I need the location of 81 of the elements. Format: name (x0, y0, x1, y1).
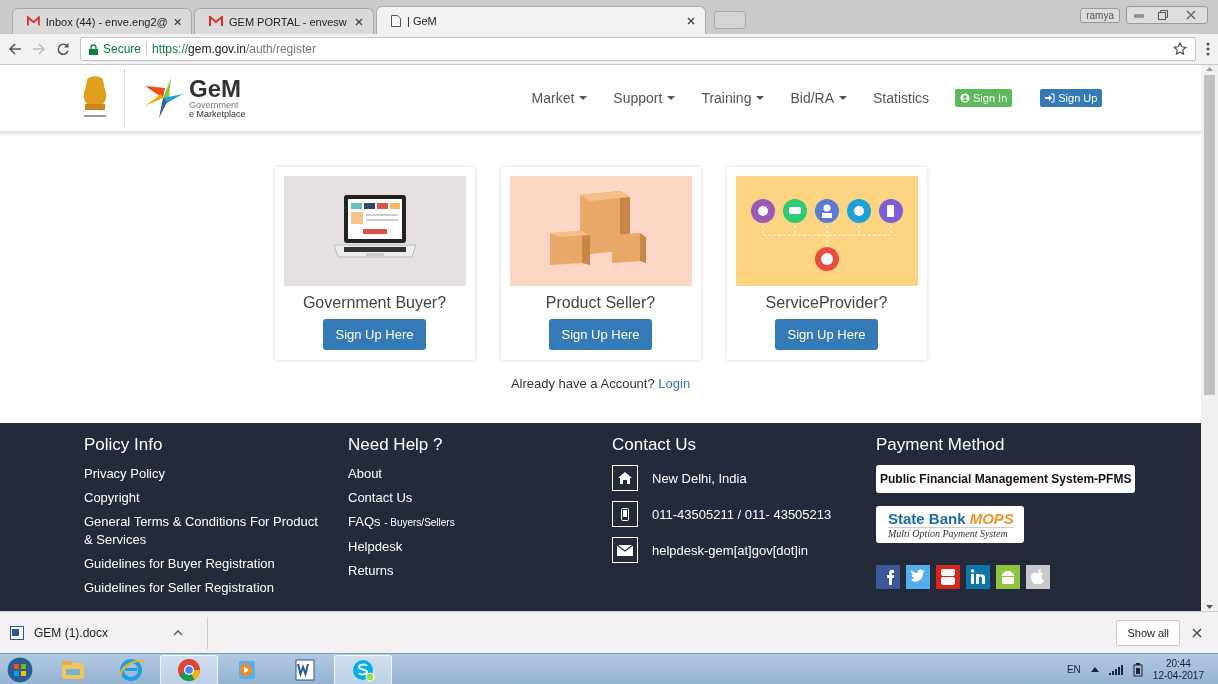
footer-heading: Policy Info (84, 435, 164, 455)
caret-icon (667, 96, 676, 100)
taskbar-button[interactable] (160, 654, 218, 684)
home-icon (612, 465, 638, 491)
contact-text: 011-43505211 / 011- 43505213 (652, 506, 832, 522)
logo-title: GeM (189, 77, 242, 101)
login-prompt: Already have a Account? Login (510, 376, 691, 391)
contact-text: New Delhi, India (652, 470, 747, 486)
sign-up-here-button[interactable]: Sign Up Here (775, 319, 878, 350)
footer-link[interactable]: FAQs - Buyers/Sellers (348, 513, 588, 532)
footer-link[interactable]: Guidelines for Seller Registration (84, 579, 324, 597)
caret-icon (756, 96, 765, 100)
nav-menu-item[interactable]: Market (531, 90, 588, 106)
card-title: ServiceProvider? (765, 294, 888, 312)
contact-text: helpdesk-gem[at]gov[dot]in (652, 542, 809, 558)
lock-icon (89, 43, 98, 55)
sign-in-arrow-icon (1045, 93, 1056, 103)
linkedin-icon[interactable] (966, 565, 990, 589)
nav-menu-item[interactable]: Bid/RA (790, 90, 847, 106)
footer-link[interactable]: Returns (348, 562, 588, 580)
footer-link[interactable]: General Terms & Conditions For Product & Services (84, 513, 324, 549)
sign-up-button[interactable]: Sign Up (1040, 89, 1103, 107)
mail-icon (612, 537, 638, 563)
word-file-icon (10, 625, 24, 640)
chevron-up-icon[interactable] (1090, 667, 1099, 672)
browser-tab[interactable]: | GeM (376, 6, 706, 34)
nav-menu-item[interactable]: Training (701, 90, 765, 106)
language-indicator[interactable]: EN (1066, 664, 1081, 675)
scrollbar-thumb[interactable] (1204, 75, 1215, 395)
chevron-up-icon[interactable] (173, 629, 183, 636)
close-icon[interactable] (1192, 627, 1202, 638)
mail-m-icon (209, 16, 223, 27)
card-title: Government Buyer? (302, 294, 447, 312)
footer-link[interactable]: Privacy Policy (84, 465, 324, 483)
sign-up-here-button[interactable]: Sign Up Here (323, 319, 426, 350)
footer-link[interactable]: About (348, 465, 588, 483)
footer-link[interactable]: Contact Us (348, 489, 588, 507)
mops-logo[interactable]: State Bank MOPS Multi Option Payment System (876, 506, 1024, 543)
mail-m-icon (27, 16, 40, 27)
address-bar[interactable]: Secure https://gem.gov.in/auth/register (80, 37, 1196, 61)
clock[interactable]: 20:44 12-04-2017 (1152, 657, 1204, 682)
phone-icon (612, 501, 638, 527)
footer-heading: Payment Method (876, 435, 1006, 455)
signal-icon[interactable] (1108, 664, 1123, 675)
logo-subtitle: Government (189, 101, 240, 110)
browser-tab[interactable]: Inbox (44) - enve.eng2@ (12, 8, 192, 34)
page-icon (391, 14, 401, 27)
login-link[interactable]: Login (658, 376, 691, 391)
caret-icon (579, 96, 588, 100)
logo-subtitle: e Marketplace (189, 110, 246, 119)
nav-menu-item[interactable]: Support (613, 90, 676, 106)
footer-link[interactable]: Guidelines for Buyer Registration (84, 555, 324, 573)
sign-up-here-button[interactable]: Sign Up Here (549, 319, 652, 350)
scrollbar[interactable] (1201, 65, 1218, 611)
nav-menu-item[interactable]: Statistics (873, 90, 930, 106)
user-icon (960, 93, 971, 103)
footer-heading: Contact Us (612, 435, 698, 455)
star-icon[interactable] (1173, 42, 1187, 56)
caret-icon (839, 96, 847, 100)
footer-link[interactable]: Copyright (84, 489, 324, 507)
footer-heading: Need Help ? (348, 435, 444, 455)
facebook-icon[interactable] (876, 565, 900, 589)
reload-icon[interactable] (56, 42, 70, 56)
pfms-badge[interactable]: Public Financial Management System-PFMS (876, 465, 1136, 493)
close-icon[interactable] (687, 16, 695, 25)
footer-link[interactable]: Helpdesk (348, 538, 588, 556)
power-icon[interactable] (1132, 662, 1143, 677)
security-label: Secure (103, 42, 142, 56)
back-icon[interactable] (8, 42, 22, 56)
close-icon[interactable] (173, 17, 181, 26)
tab-title: Inbox (44) - enve.eng2@ (45, 15, 168, 28)
menu-icon[interactable] (1206, 42, 1210, 56)
tab-title: GEM PORTAL - envesw (229, 15, 348, 28)
download-file-name[interactable]: GEM (1).docx (34, 625, 163, 640)
url-text: https://gem.gov.in/auth/register (152, 42, 316, 56)
tab-title: | GeM (407, 14, 438, 27)
show-all-button[interactable]: Show all (1116, 619, 1180, 646)
profile-name[interactable]: ramya (1080, 7, 1120, 23)
browser-tab[interactable]: GEM PORTAL - envesw (194, 8, 374, 34)
close-icon[interactable] (355, 17, 363, 26)
card-title: Product Seller? (545, 294, 656, 312)
